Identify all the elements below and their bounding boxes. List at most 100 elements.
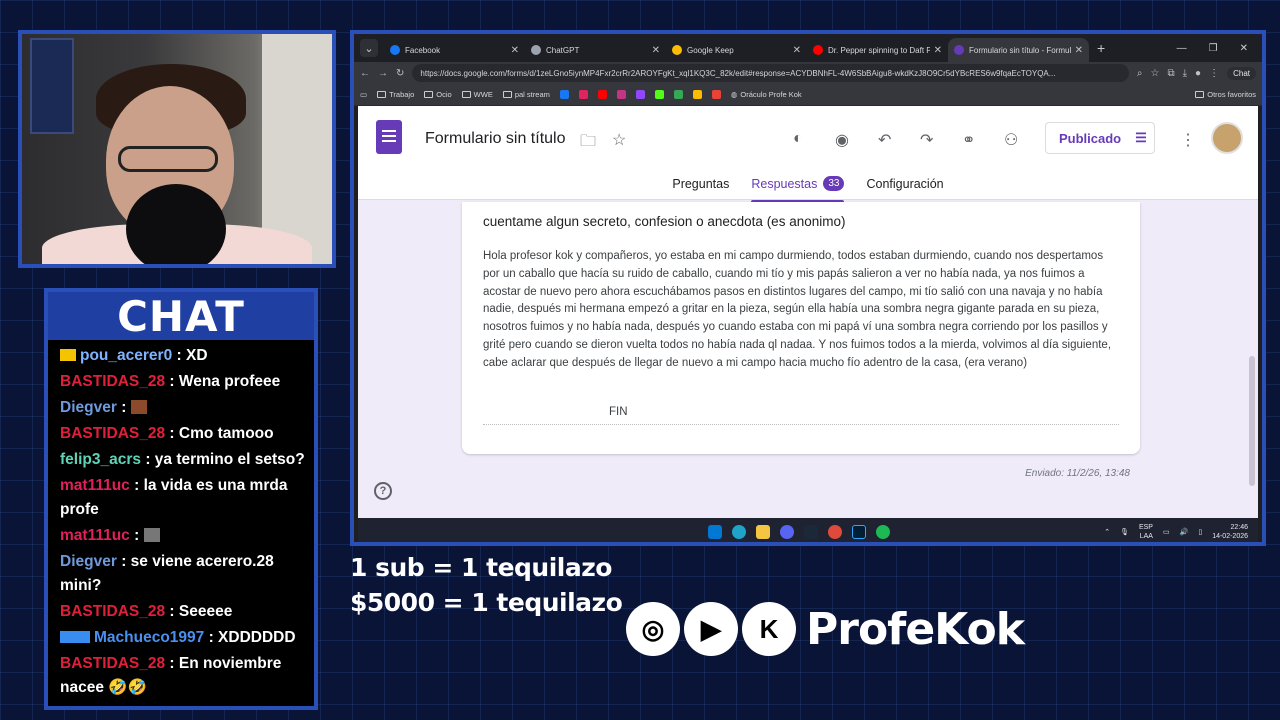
chat-username[interactable]: BASTIDAS_28 xyxy=(60,373,165,390)
chat-badge-icon xyxy=(60,631,90,643)
browser-tab[interactable]: ChatGPT ✕ xyxy=(525,38,666,62)
bookmark-folder-wwe[interactable]: WWE xyxy=(461,90,493,99)
photoshop-icon[interactable] xyxy=(852,525,866,539)
chat-username[interactable]: BASTIDAS_28 xyxy=(60,425,165,442)
tab-title: Dr. Pepper spinning to Daft Punk xyxy=(828,45,930,55)
undo-icon[interactable]: ↶ xyxy=(878,130,891,150)
chat-username[interactable]: Diegver xyxy=(60,553,117,570)
download-icon[interactable]: ⤓ xyxy=(1183,68,1187,79)
close-tab-icon[interactable]: ✕ xyxy=(793,45,801,56)
response-fin: FIN xyxy=(609,406,628,418)
bookmark-app-icon[interactable] xyxy=(578,90,588,99)
chat-username[interactable]: mat111uc xyxy=(60,477,130,494)
form-title[interactable]: Formulario sin título xyxy=(425,130,566,148)
browser-tab[interactable]: Facebook ✕ xyxy=(384,38,525,62)
bookmark-profile[interactable]: ◍ Oráculo Profe Kok xyxy=(731,90,802,99)
url-field[interactable]: https://docs.google.com/forms/d/1zeLGno5… xyxy=(412,64,1129,82)
tab-questions[interactable]: Preguntas xyxy=(672,176,729,199)
zoom-icon[interactable]: ⌕ xyxy=(1137,68,1143,79)
bookmark-sheets-icon[interactable] xyxy=(673,90,683,99)
tab-favicon-icon xyxy=(813,45,823,55)
edge-icon[interactable] xyxy=(732,525,746,539)
sent-timestamp: Enviado: 11/2/26, 13:48 xyxy=(1025,468,1130,479)
clock[interactable]: 22:46 14-02-2026 xyxy=(1212,523,1248,541)
more-options-icon[interactable]: ⋮ xyxy=(1180,130,1196,150)
volume-icon[interactable]: 🔊 xyxy=(1180,528,1189,536)
page-scrollbar[interactable] xyxy=(1249,356,1255,486)
chat-username[interactable]: felip3_acrs xyxy=(60,451,141,468)
chat-emote-icon xyxy=(131,400,148,414)
published-button[interactable]: Publicado ☰ xyxy=(1045,122,1155,154)
chat-message: BASTIDAS_28 : Wena profeee xyxy=(60,370,306,394)
palette-icon[interactable]: ◐ xyxy=(793,130,803,148)
close-window-icon[interactable]: ✕ xyxy=(1240,43,1248,54)
tab-favicon-icon xyxy=(954,45,964,55)
bookmark-kick-icon[interactable] xyxy=(654,90,664,99)
redo-icon[interactable]: ↷ xyxy=(920,130,933,150)
user-avatar[interactable] xyxy=(1211,122,1243,154)
tab-search-icon[interactable]: ⌄ xyxy=(360,39,378,57)
bookmark-keep-icon[interactable] xyxy=(692,90,702,99)
chrome-icon[interactable] xyxy=(828,525,842,539)
bookmark-folder-ocio[interactable]: Ocio xyxy=(424,90,452,99)
folder-icon[interactable]: 🗀 xyxy=(580,130,596,157)
profile-icon[interactable]: ● xyxy=(1195,68,1201,79)
forms-logo-icon[interactable] xyxy=(376,120,402,154)
close-tab-icon[interactable]: ✕ xyxy=(652,45,660,56)
publish-settings-icon: ☰ xyxy=(1135,130,1147,145)
tab-settings[interactable]: Configuración xyxy=(866,176,943,199)
forward-icon[interactable]: → xyxy=(378,68,388,79)
bookmark-facebook-icon[interactable] xyxy=(559,90,569,99)
battery-icon[interactable]: ▯ xyxy=(1198,528,1202,536)
extensions-icon[interactable]: ⧉ xyxy=(1167,68,1174,79)
chat-username[interactable]: mat111uc xyxy=(60,527,130,544)
mic-tray-icon[interactable]: 🎙 xyxy=(1120,528,1129,536)
chat-username[interactable]: pou_acerer0 xyxy=(80,347,172,364)
chat-username[interactable]: Diegver xyxy=(60,399,117,416)
chat-message: pou_acerer0 : XD xyxy=(60,344,306,368)
tab-responses[interactable]: Respuestas 33 xyxy=(751,176,845,203)
close-tab-icon[interactable]: ✕ xyxy=(511,45,519,56)
google-forms-page: Formulario sin título 🗀 ☆ ◐ ◉ ↶ ↷ ⚭ ⚇ Pu… xyxy=(358,106,1258,518)
forms-header: Formulario sin título 🗀 ☆ ◐ ◉ ↶ ↷ ⚭ ⚇ Pu… xyxy=(358,106,1258,203)
chat-username[interactable]: BASTIDAS_28 xyxy=(60,603,165,620)
browser-tab[interactable]: Dr. Pepper spinning to Daft Punk ✕ xyxy=(807,38,948,62)
other-bookmarks[interactable]: Otros favoritos xyxy=(1195,90,1256,99)
bookmark-youtube-icon[interactable] xyxy=(597,90,607,99)
close-tab-icon[interactable]: ✕ xyxy=(1075,45,1083,56)
network-icon[interactable]: ▭ xyxy=(1163,528,1170,536)
bookmark-twitch-icon[interactable] xyxy=(635,90,645,99)
bookmark-folder-stream[interactable]: pal stream xyxy=(502,90,550,99)
windows-start-icon[interactable] xyxy=(708,525,722,539)
minimize-icon[interactable]: — xyxy=(1177,43,1187,54)
gemini-chat-button[interactable]: Chat xyxy=(1227,66,1256,80)
steam-icon[interactable] xyxy=(804,525,818,539)
chat-username[interactable]: Machueco1997 xyxy=(94,629,204,646)
close-tab-icon[interactable]: ✕ xyxy=(934,45,942,56)
discord-icon[interactable] xyxy=(780,525,794,539)
star-icon[interactable]: ☆ xyxy=(612,130,626,150)
preview-eye-icon[interactable]: ◉ xyxy=(835,130,849,150)
file-explorer-icon[interactable] xyxy=(756,525,770,539)
reload-icon[interactable]: ↻ xyxy=(396,68,404,79)
bookmark-folder-trabajo[interactable]: Trabajo xyxy=(377,90,414,99)
language-indicator[interactable]: ESP LAA xyxy=(1139,523,1153,541)
maximize-icon[interactable]: ❐ xyxy=(1209,43,1218,54)
bookmarks-bar: ▭ Trabajo Ocio WWE pal stream ◍ Oráculo P… xyxy=(354,84,1262,106)
back-icon[interactable]: ← xyxy=(360,68,370,79)
bookmark-gmail-icon[interactable] xyxy=(711,90,721,99)
browser-tab[interactable]: Formulario sin título - Formulario ✕ xyxy=(948,38,1089,62)
add-collaborator-icon[interactable]: ⚇ xyxy=(1004,130,1018,150)
help-icon[interactable]: ? xyxy=(374,482,392,500)
chat-username[interactable]: BASTIDAS_28 xyxy=(60,655,165,672)
tab-groups-icon[interactable]: ▭ xyxy=(360,90,367,99)
bookmark-instagram-icon[interactable] xyxy=(616,90,626,99)
chat-text: : xyxy=(121,399,127,416)
bookmark-star-icon[interactable]: ☆ xyxy=(1151,68,1160,79)
link-icon[interactable]: ⚭ xyxy=(962,130,975,150)
menu-icon[interactable]: ⋮ xyxy=(1209,68,1219,79)
tray-chevron-icon[interactable]: ⌃ xyxy=(1104,528,1110,536)
browser-tab[interactable]: Google Keep ✕ xyxy=(666,38,807,62)
new-tab-button[interactable]: + xyxy=(1097,40,1105,56)
spotify-icon[interactable] xyxy=(876,525,890,539)
